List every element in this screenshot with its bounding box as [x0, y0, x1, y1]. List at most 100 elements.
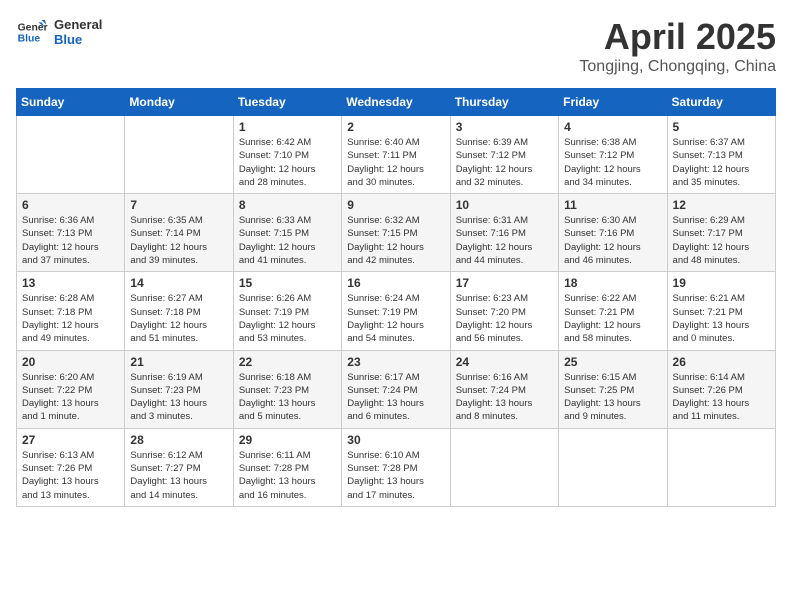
day-number: 5: [673, 120, 770, 134]
day-info: Sunrise: 6:29 AM Sunset: 7:17 PM Dayligh…: [673, 214, 770, 267]
day-cell: 7 Sunrise: 6:35 AM Sunset: 7:14 PM Daylig…: [125, 194, 233, 272]
day-info: Sunrise: 6:24 AM Sunset: 7:19 PM Dayligh…: [347, 292, 444, 345]
day-cell: 17 Sunrise: 6:23 AM Sunset: 7:20 PM Dayli…: [450, 272, 558, 350]
weekday-header-wednesday: Wednesday: [342, 89, 450, 116]
day-cell: 11Sunrise: 6:30 AM Sunset: 7:16 PM Dayli…: [559, 194, 667, 272]
day-cell: 3 Sunrise: 6:39 AM Sunset: 7:12 PM Daylig…: [450, 116, 558, 194]
weekday-header-row: SundayMondayTuesdayWednesdayThursdayFrid…: [17, 89, 776, 116]
day-cell: 4Sunrise: 6:38 AM Sunset: 7:12 PM Daylig…: [559, 116, 667, 194]
day-info: Sunrise: 6:27 AM Sunset: 7:18 PM Dayligh…: [130, 292, 227, 345]
day-info: Sunrise: 6:37 AM Sunset: 7:13 PM Dayligh…: [673, 136, 770, 189]
weekday-header-friday: Friday: [559, 89, 667, 116]
day-cell: 8Sunrise: 6:33 AM Sunset: 7:15 PM Daylig…: [233, 194, 341, 272]
day-number: 20: [22, 355, 119, 369]
day-info: Sunrise: 6:19 AM Sunset: 7:23 PM Dayligh…: [130, 371, 227, 424]
day-number: 1: [239, 120, 336, 134]
day-number: 4: [564, 120, 661, 134]
day-info: Sunrise: 6:39 AM Sunset: 7:12 PM Dayligh…: [456, 136, 553, 189]
day-info: Sunrise: 6:10 AM Sunset: 7:28 PM Dayligh…: [347, 449, 444, 502]
day-cell: 22 Sunrise: 6:18 AM Sunset: 7:23 PM Dayli…: [233, 350, 341, 428]
weekday-header-saturday: Saturday: [667, 89, 775, 116]
logo-line2: Blue: [54, 32, 102, 47]
day-number: 7: [130, 198, 227, 212]
day-number: 16: [347, 276, 444, 290]
weekday-header-tuesday: Tuesday: [233, 89, 341, 116]
day-cell: 30 Sunrise: 6:10 AM Sunset: 7:28 PM Dayli…: [342, 428, 450, 506]
day-info: Sunrise: 6:31 AM Sunset: 7:16 PM Dayligh…: [456, 214, 553, 267]
day-number: 25: [564, 355, 661, 369]
day-cell: 5 Sunrise: 6:37 AM Sunset: 7:13 PM Daylig…: [667, 116, 775, 194]
day-cell: [559, 428, 667, 506]
day-info: Sunrise: 6:17 AM Sunset: 7:24 PM Dayligh…: [347, 371, 444, 424]
day-info: Sunrise: 6:26 AM Sunset: 7:19 PM Dayligh…: [239, 292, 336, 345]
day-number: 23: [347, 355, 444, 369]
day-number: 21: [130, 355, 227, 369]
day-number: 12: [673, 198, 770, 212]
day-info: Sunrise: 6:35 AM Sunset: 7:14 PM Dayligh…: [130, 214, 227, 267]
day-number: 14: [130, 276, 227, 290]
day-info: Sunrise: 6:40 AM Sunset: 7:11 PM Dayligh…: [347, 136, 444, 189]
title-area: April 2025 Tongjing, Chongqing, China: [579, 16, 776, 76]
day-number: 3: [456, 120, 553, 134]
day-number: 22: [239, 355, 336, 369]
day-cell: 18Sunrise: 6:22 AM Sunset: 7:21 PM Dayli…: [559, 272, 667, 350]
day-number: 24: [456, 355, 553, 369]
day-cell: 25 Sunrise: 6:15 AM Sunset: 7:25 PM Dayli…: [559, 350, 667, 428]
week-row-4: 20 Sunrise: 6:20 AM Sunset: 7:22 PM Dayli…: [17, 350, 776, 428]
day-info: Sunrise: 6:23 AM Sunset: 7:20 PM Dayligh…: [456, 292, 553, 345]
day-cell: 6Sunrise: 6:36 AM Sunset: 7:13 PM Daylig…: [17, 194, 125, 272]
logo-icon: General Blue: [16, 16, 48, 48]
day-info: Sunrise: 6:16 AM Sunset: 7:24 PM Dayligh…: [456, 371, 553, 424]
day-cell: 15 Sunrise: 6:26 AM Sunset: 7:19 PM Dayli…: [233, 272, 341, 350]
svg-text:Blue: Blue: [18, 34, 41, 45]
weekday-header-monday: Monday: [125, 89, 233, 116]
day-number: 11: [564, 198, 661, 212]
calendar: SundayMondayTuesdayWednesdayThursdayFrid…: [16, 88, 776, 507]
day-number: 28: [130, 433, 227, 447]
logo-line1: General: [54, 17, 102, 32]
day-number: 17: [456, 276, 553, 290]
day-number: 27: [22, 433, 119, 447]
header: General Blue General Blue April 2025 Ton…: [16, 16, 776, 76]
day-cell: 1Sunrise: 6:42 AM Sunset: 7:10 PM Daylig…: [233, 116, 341, 194]
day-cell: 28 Sunrise: 6:12 AM Sunset: 7:27 PM Dayli…: [125, 428, 233, 506]
day-info: Sunrise: 6:21 AM Sunset: 7:21 PM Dayligh…: [673, 292, 770, 345]
day-number: 9: [347, 198, 444, 212]
day-cell: 26Sunrise: 6:14 AM Sunset: 7:26 PM Dayli…: [667, 350, 775, 428]
day-cell: [667, 428, 775, 506]
day-number: 18: [564, 276, 661, 290]
day-info: Sunrise: 6:20 AM Sunset: 7:22 PM Dayligh…: [22, 371, 119, 424]
location-title: Tongjing, Chongqing, China: [579, 58, 776, 76]
day-cell: [17, 116, 125, 194]
day-number: 13: [22, 276, 119, 290]
day-cell: 2Sunrise: 6:40 AM Sunset: 7:11 PM Daylig…: [342, 116, 450, 194]
day-cell: 27 Sunrise: 6:13 AM Sunset: 7:26 PM Dayli…: [17, 428, 125, 506]
day-info: Sunrise: 6:18 AM Sunset: 7:23 PM Dayligh…: [239, 371, 336, 424]
day-number: 19: [673, 276, 770, 290]
logo: General Blue General Blue: [16, 16, 102, 48]
day-number: 10: [456, 198, 553, 212]
day-info: Sunrise: 6:13 AM Sunset: 7:26 PM Dayligh…: [22, 449, 119, 502]
day-number: 15: [239, 276, 336, 290]
day-cell: 13 Sunrise: 6:28 AM Sunset: 7:18 PM Dayli…: [17, 272, 125, 350]
day-number: 30: [347, 433, 444, 447]
week-row-2: 6Sunrise: 6:36 AM Sunset: 7:13 PM Daylig…: [17, 194, 776, 272]
day-number: 29: [239, 433, 336, 447]
day-info: Sunrise: 6:28 AM Sunset: 7:18 PM Dayligh…: [22, 292, 119, 345]
day-cell: [125, 116, 233, 194]
day-cell: 10 Sunrise: 6:31 AM Sunset: 7:16 PM Dayli…: [450, 194, 558, 272]
day-info: Sunrise: 6:15 AM Sunset: 7:25 PM Dayligh…: [564, 371, 661, 424]
day-cell: 12 Sunrise: 6:29 AM Sunset: 7:17 PM Dayli…: [667, 194, 775, 272]
weekday-header-thursday: Thursday: [450, 89, 558, 116]
day-info: Sunrise: 6:33 AM Sunset: 7:15 PM Dayligh…: [239, 214, 336, 267]
day-info: Sunrise: 6:12 AM Sunset: 7:27 PM Dayligh…: [130, 449, 227, 502]
day-info: Sunrise: 6:11 AM Sunset: 7:28 PM Dayligh…: [239, 449, 336, 502]
weekday-header-sunday: Sunday: [17, 89, 125, 116]
week-row-1: 1Sunrise: 6:42 AM Sunset: 7:10 PM Daylig…: [17, 116, 776, 194]
day-info: Sunrise: 6:32 AM Sunset: 7:15 PM Dayligh…: [347, 214, 444, 267]
day-number: 6: [22, 198, 119, 212]
svg-text:General: General: [18, 22, 48, 33]
day-cell: 29 Sunrise: 6:11 AM Sunset: 7:28 PM Dayli…: [233, 428, 341, 506]
day-cell: 21 Sunrise: 6:19 AM Sunset: 7:23 PM Dayli…: [125, 350, 233, 428]
month-title: April 2025: [579, 16, 776, 58]
